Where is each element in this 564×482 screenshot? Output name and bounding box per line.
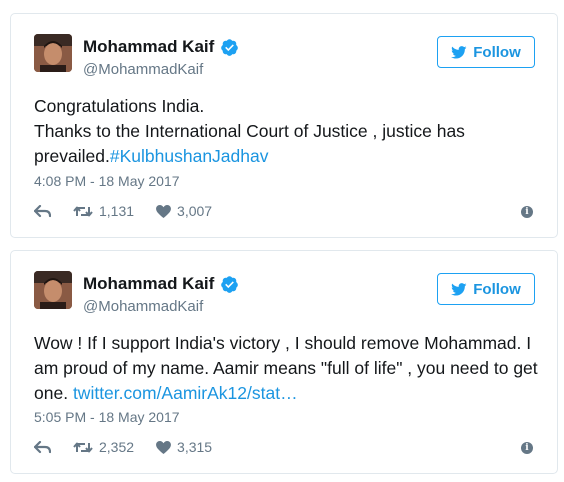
- avatar[interactable]: [34, 34, 72, 72]
- info-icon[interactable]: i: [521, 442, 533, 454]
- retweet-button[interactable]: 1,131: [73, 203, 134, 219]
- follow-button[interactable]: Follow: [437, 273, 535, 305]
- tweet-text-line: Thanks to the International Court of Jus…: [34, 119, 539, 169]
- tweet-timestamp[interactable]: 4:08 PM - 18 May 2017: [34, 173, 180, 189]
- reply-icon: [34, 440, 51, 453]
- author-name-text[interactable]: Mohammad Kaif: [83, 37, 214, 57]
- hashtag-link[interactable]: #KulbhushanJadhav: [110, 146, 269, 166]
- retweet-button[interactable]: 2,352: [73, 439, 134, 455]
- follow-button[interactable]: Follow: [437, 36, 535, 68]
- reply-icon: [34, 204, 51, 217]
- retweet-count: 2,352: [99, 439, 135, 455]
- tweet-actions: 2,352 3,315: [34, 439, 234, 455]
- author-name[interactable]: Mohammad Kaif: [83, 274, 239, 294]
- verified-badge-icon: [220, 38, 239, 57]
- author-name[interactable]: Mohammad Kaif: [83, 37, 239, 57]
- reply-button[interactable]: [34, 440, 51, 454]
- heart-icon: [156, 204, 171, 218]
- tweet-card: Mohammad Kaif @MohammadKaif Follow Wow !…: [10, 250, 558, 474]
- follow-label[interactable]: Follow: [473, 281, 521, 298]
- retweet-icon: [73, 206, 93, 216]
- reply-button[interactable]: [34, 204, 51, 218]
- heart-icon: [156, 440, 171, 454]
- author-name-text[interactable]: Mohammad Kaif: [83, 274, 214, 294]
- like-count: 3,007: [177, 203, 213, 219]
- avatar[interactable]: [34, 271, 72, 309]
- like-button[interactable]: 3,007: [156, 203, 212, 219]
- tweet-text-line: Congratulations India.: [34, 96, 205, 116]
- info-icon[interactable]: i: [521, 206, 533, 218]
- author-handle[interactable]: @MohammadKaif: [83, 61, 203, 78]
- follow-label[interactable]: Follow: [473, 44, 521, 61]
- tweet-text: Wow ! If I support India's victory , I s…: [34, 331, 539, 406]
- tweet-actions: 1,131 3,007: [34, 203, 234, 219]
- like-count: 3,315: [177, 439, 213, 455]
- tweet-card: Mohammad Kaif @MohammadKaif Follow Congr…: [10, 13, 558, 238]
- twitter-bird-icon: [451, 45, 467, 59]
- author-handle[interactable]: @MohammadKaif: [83, 298, 203, 315]
- tweet-timestamp[interactable]: 5:05 PM - 18 May 2017: [34, 409, 180, 425]
- retweet-icon: [73, 442, 93, 452]
- tweet-link[interactable]: twitter.com/AamirAk12/stat…: [73, 383, 298, 403]
- tweet-text: Congratulations India. Thanks to the Int…: [34, 94, 539, 169]
- like-button[interactable]: 3,315: [156, 439, 212, 455]
- retweet-count: 1,131: [99, 203, 135, 219]
- verified-badge-icon: [220, 275, 239, 294]
- twitter-bird-icon: [451, 282, 467, 296]
